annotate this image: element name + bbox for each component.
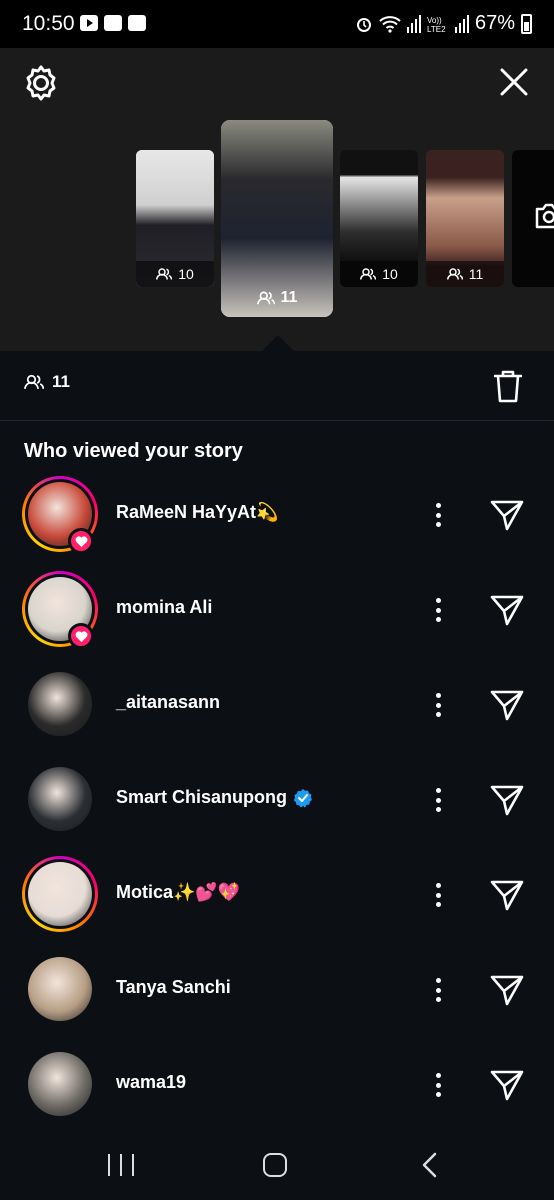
avatar[interactable] (28, 672, 92, 736)
viewers-icon (24, 374, 44, 390)
status-time: 10:50 (22, 12, 75, 35)
story-thumbnail[interactable]: 10 (340, 150, 418, 287)
more-options-icon[interactable] (428, 880, 448, 910)
send-message-icon[interactable] (490, 878, 524, 912)
viewer-username[interactable]: wama19 (116, 1072, 186, 1093)
viewer-row[interactable]: RaMeeN HaYyAt💫 (0, 476, 554, 572)
verified-badge-icon (293, 788, 313, 808)
avatar[interactable] (28, 1052, 92, 1116)
send-message-icon[interactable] (490, 593, 524, 627)
avatar-image (28, 1052, 92, 1116)
send-message-icon[interactable] (490, 1068, 524, 1102)
viewer-row[interactable]: Tanya Sanchi (0, 951, 554, 1047)
send-message-icon[interactable] (490, 973, 524, 1007)
navigation-bar (0, 1128, 554, 1200)
story-header: 10 11 10 11 (0, 48, 554, 351)
viewers-icon (360, 268, 377, 280)
signal-icon (406, 14, 421, 33)
viewers-icon (256, 291, 275, 305)
viewer-row[interactable]: _aitanasann (0, 666, 554, 762)
avatar-image (28, 767, 92, 831)
more-options-icon[interactable] (428, 595, 448, 625)
svg-text:Vo)): Vo)) (427, 16, 442, 25)
add-story-tile[interactable] (512, 150, 554, 287)
gallery-icon (104, 15, 122, 31)
section-title: Who viewed your story (24, 440, 243, 462)
story-thumbnail-selected[interactable]: 11 (221, 120, 333, 317)
viewer-username[interactable]: Smart Chisanupong (116, 787, 313, 808)
story-thumbnail[interactable]: 10 (136, 150, 214, 287)
more-options-icon[interactable] (428, 785, 448, 815)
youtube-icon (80, 15, 98, 31)
avatar-image (28, 862, 92, 926)
status-bar: 10:50 Vo)) LTE2 67% (0, 0, 554, 48)
battery-icon (521, 13, 532, 34)
more-options-icon[interactable] (428, 975, 448, 1005)
viewers-icon (156, 268, 173, 280)
checkbox-icon (128, 15, 146, 31)
more-options-icon[interactable] (428, 1070, 448, 1100)
story-thumbnail[interactable]: 11 (426, 150, 504, 287)
heart-icon (75, 630, 87, 642)
story-view-count: 11 (221, 285, 333, 311)
viewer-username[interactable]: _aitanasann (116, 692, 220, 713)
wifi-icon (379, 15, 401, 33)
viewer-username[interactable]: Tanya Sanchi (116, 977, 231, 998)
viewer-row[interactable]: momina Ali (0, 571, 554, 667)
avatar-image (28, 672, 92, 736)
divider (0, 420, 554, 421)
avatar[interactable] (28, 957, 92, 1021)
gear-icon[interactable] (22, 64, 60, 102)
viewer-username[interactable]: Motica✨💕💖 (116, 882, 240, 903)
trash-icon[interactable] (494, 369, 522, 403)
viewers-icon (446, 268, 463, 280)
system-icons: Vo)) LTE2 67% (355, 12, 532, 35)
liked-badge (68, 623, 94, 649)
more-options-icon[interactable] (428, 500, 448, 530)
viewer-count[interactable]: 11 (24, 372, 70, 392)
viewer-username[interactable]: RaMeeN HaYyAt💫 (116, 502, 278, 523)
home-button[interactable] (263, 1153, 287, 1177)
send-message-icon[interactable] (490, 783, 524, 817)
more-options-icon[interactable] (428, 690, 448, 720)
viewer-row[interactable]: Motica✨💕💖 (0, 856, 554, 952)
signal-icon (454, 14, 469, 33)
close-icon[interactable] (498, 66, 530, 98)
alarm-icon (356, 17, 371, 32)
avatar-image (28, 957, 92, 1021)
story-view-count: 10 (340, 261, 418, 287)
story-view-count: 11 (426, 261, 504, 287)
viewer-row[interactable]: Smart Chisanupong (0, 761, 554, 857)
camera-icon (535, 203, 554, 229)
story-view-count: 10 (136, 261, 214, 287)
recents-button[interactable] (108, 1154, 134, 1176)
heart-icon (75, 535, 87, 547)
avatar[interactable] (28, 767, 92, 831)
send-message-icon[interactable] (490, 688, 524, 722)
liked-badge (68, 528, 94, 554)
back-button[interactable] (420, 1152, 440, 1178)
viewer-username[interactable]: momina Ali (116, 597, 212, 618)
volte-icon: Vo))LTE2 (427, 16, 446, 33)
notification-icons (80, 15, 146, 31)
selected-story-pointer (262, 335, 294, 351)
svg-text:LTE2: LTE2 (427, 25, 446, 33)
send-message-icon[interactable] (490, 498, 524, 532)
battery-percent: 67% (474, 12, 515, 34)
avatar[interactable] (22, 856, 98, 932)
